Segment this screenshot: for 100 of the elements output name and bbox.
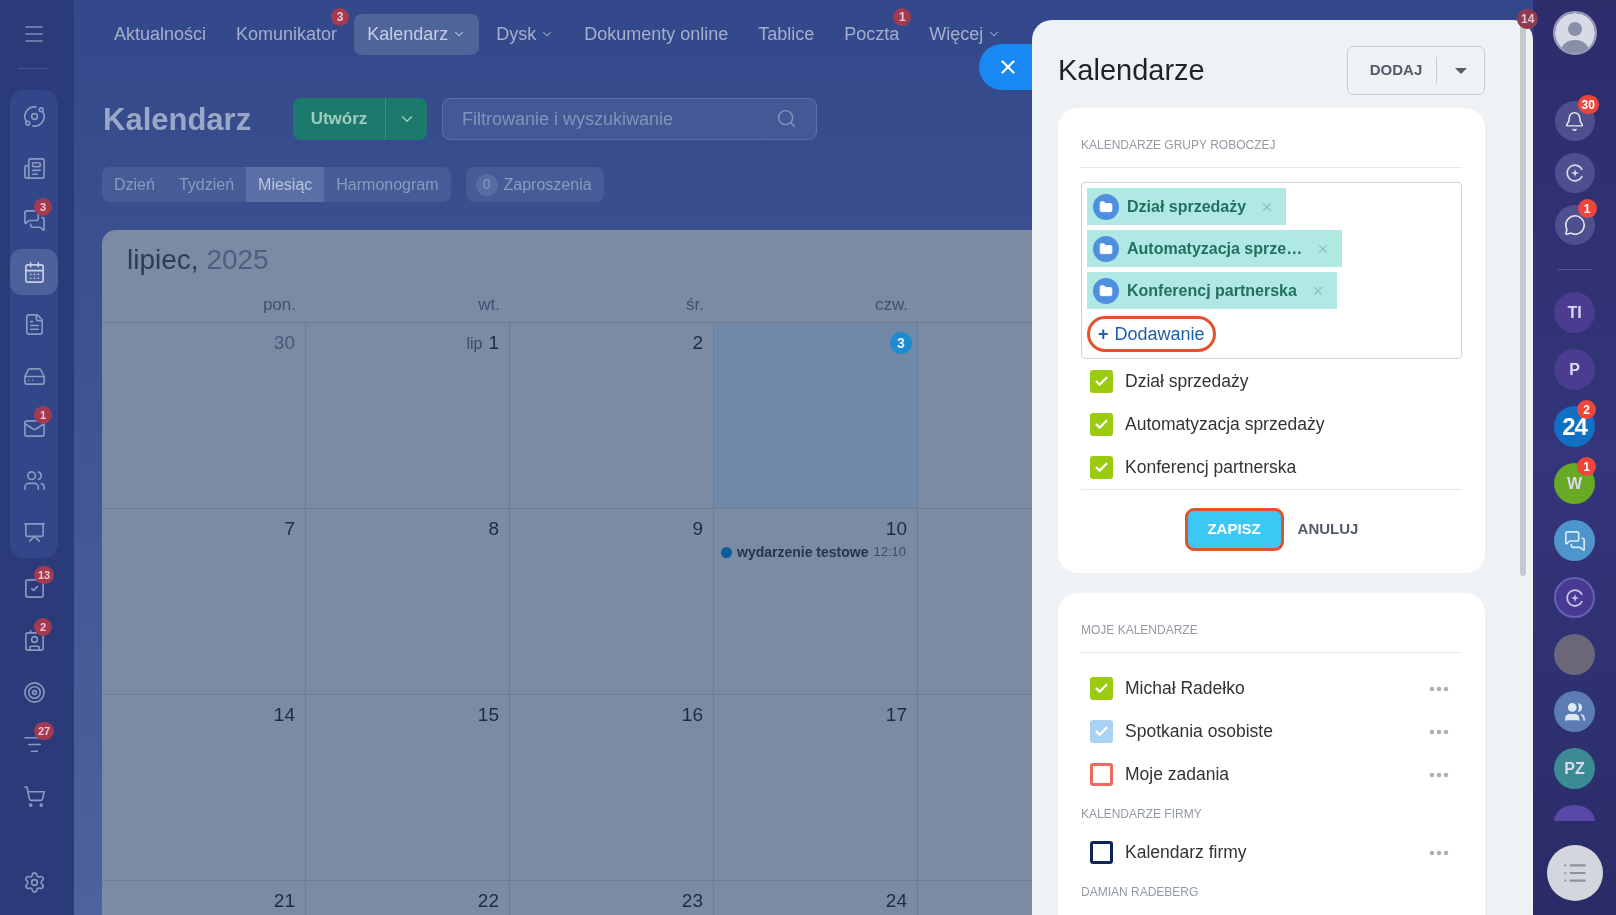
nav-tab[interactable]: Tablice <box>745 13 828 55</box>
view-tab[interactable]: Tydzień <box>166 167 247 202</box>
calendar-event[interactable]: wydarzenie testowe 12:10 <box>714 541 917 563</box>
cancel-button[interactable]: ANULUJ <box>1297 518 1359 541</box>
count-badge: 1 <box>1577 199 1597 218</box>
checkbox[interactable] <box>1090 677 1113 700</box>
day-cell[interactable]: 16 <box>510 695 714 881</box>
sidebar-item[interactable]: 13 <box>10 565 58 611</box>
day-cell[interactable]: 17 <box>714 695 918 881</box>
app-button[interactable] <box>1554 520 1595 561</box>
section-heading: MOJE KALENDARZE <box>1081 622 1198 639</box>
day-cell[interactable]: 8 <box>306 509 510 695</box>
view-tab[interactable]: Miesiąc <box>246 167 325 202</box>
view-tab[interactable]: Dzień <box>102 167 167 202</box>
checkbox[interactable] <box>1090 841 1113 864</box>
day-number: 15 <box>477 703 499 727</box>
search-icon[interactable] <box>776 108 797 129</box>
check-icon <box>1094 681 1109 696</box>
day-cell[interactable]: 10 wydarzenie testowe 12:10 <box>714 509 918 695</box>
panel-title: Kalendarze <box>1058 56 1205 85</box>
check-icon <box>1094 374 1109 389</box>
app-avatar[interactable]: P <box>1554 349 1595 390</box>
count-badge: 1 <box>34 406 52 424</box>
count-badge: 30 <box>1577 95 1599 114</box>
toolbar-button[interactable] <box>1554 101 1595 141</box>
toolbar-button[interactable] <box>1554 153 1595 193</box>
sidebar-item[interactable]: 27 <box>10 721 58 767</box>
day-cell[interactable]: 21 <box>102 881 306 915</box>
day-number: 22 <box>477 889 499 913</box>
weekday-label: wt. <box>478 294 500 317</box>
sparkle-ring-icon <box>1563 586 1586 609</box>
calendar-name: Michał Radełko <box>1125 677 1245 701</box>
day-number: 9 <box>692 517 703 541</box>
close-button[interactable] <box>979 44 1032 90</box>
sidebar-item[interactable]: 3 <box>10 197 58 243</box>
day-number: 16 <box>681 703 703 727</box>
tag-selector-field[interactable]: Dział sprzedaży Automatyzacja sprze… Konferencj partnerska + Dodawanie <box>1081 182 1462 359</box>
sidebar-item[interactable]: 1 <box>10 405 58 451</box>
day-cell[interactable]: 24 <box>714 881 918 915</box>
sidebar-item[interactable] <box>10 249 58 295</box>
tag-label: Konferencj partnerska <box>1127 280 1297 301</box>
toolbar-button[interactable] <box>1554 205 1595 245</box>
target-icon <box>22 680 46 704</box>
event-time: 12:10 <box>873 543 907 562</box>
day-cell[interactable]: 7 <box>102 509 306 695</box>
count-badge: 1 <box>893 7 912 26</box>
create-button[interactable]: Utwórz <box>293 98 385 140</box>
day-cell[interactable]: 23 <box>510 881 714 915</box>
day-number: 14 <box>273 703 295 727</box>
tag-label: Dział sprzedaży <box>1127 196 1247 217</box>
avatar-icon[interactable] <box>1552 11 1597 55</box>
day-number: 23 <box>681 889 703 913</box>
checkbox[interactable] <box>1090 763 1113 786</box>
day-number: 24 <box>885 889 907 913</box>
event-title: wydarzenie testowe <box>737 542 869 562</box>
day-number: 21 <box>273 889 295 913</box>
nav-tab[interactable]: Kalendarz <box>354 13 480 55</box>
check-icon <box>1094 724 1109 739</box>
checkbox[interactable] <box>1090 413 1113 436</box>
checkbox[interactable] <box>1090 370 1113 393</box>
count-badge: 27 <box>34 722 55 740</box>
app-avatar[interactable]: TI <box>1554 292 1595 333</box>
section-heading: KALENDARZE FIRMY <box>1081 806 1202 823</box>
calendar-name: Spotkania osobiste <box>1125 720 1273 744</box>
nav-tab[interactable]: Dysk <box>483 13 568 55</box>
add-calendar-link[interactable]: + Dodawanie <box>1087 316 1216 352</box>
check-icon <box>1094 460 1109 475</box>
settings-icon[interactable] <box>22 870 46 894</box>
nav-tab[interactable]: Dokumenty online <box>571 13 742 55</box>
view-tab[interactable]: Harmonogram <box>324 167 451 202</box>
count-badge: 3 <box>331 7 350 26</box>
day-number: 7 <box>284 517 295 541</box>
nav-tab[interactable]: Aktualności <box>101 13 220 55</box>
nav-tab[interactable]: Więcej <box>916 13 1015 55</box>
day-cell[interactable]: 14 <box>102 695 306 881</box>
calendar-name: Kalendarz firmy <box>1125 841 1247 865</box>
calendar-icon <box>22 260 46 284</box>
day-cell[interactable]: lip 1 <box>306 323 510 509</box>
sidebar-item[interactable]: 2 <box>10 617 58 663</box>
app-avatar[interactable]: PZ <box>1554 748 1595 789</box>
day-number: 8 <box>488 517 499 541</box>
app-avatar[interactable] <box>1554 805 1595 821</box>
day-cell[interactable]: 22 <box>306 881 510 915</box>
folder-icon <box>1093 277 1119 304</box>
photo-placeholder[interactable] <box>1554 634 1595 675</box>
app-button[interactable] <box>1554 691 1595 732</box>
add-button[interactable]: DODAJ <box>1348 47 1436 94</box>
day-cell[interactable]: 3 <box>714 323 918 509</box>
day-cell[interactable]: 9 <box>510 509 714 695</box>
count-badge: 3 <box>34 198 52 216</box>
folder-icon <box>1093 235 1119 262</box>
app-button[interactable] <box>1554 577 1595 618</box>
count-badge: 13 <box>34 566 55 584</box>
chat-bubble-icon <box>1563 214 1586 236</box>
calendar-name: Moje zadania <box>1125 763 1230 787</box>
calendar-name: Automatyzacja sprzedaży <box>1125 413 1325 437</box>
scrollbar-thumb[interactable] <box>1520 25 1526 576</box>
checkbox[interactable] <box>1090 456 1113 479</box>
day-number: 2 <box>692 331 703 355</box>
day-cell[interactable]: 15 <box>306 695 510 881</box>
